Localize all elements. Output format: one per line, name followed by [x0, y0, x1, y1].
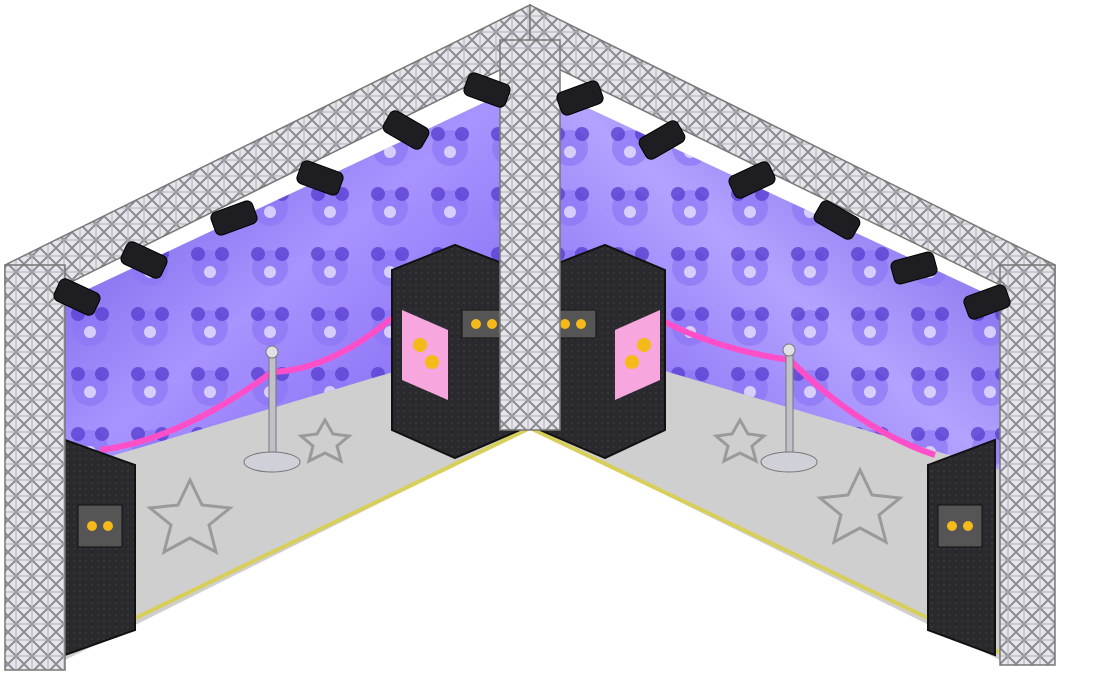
speaker-right	[927, 438, 996, 657]
room-scene	[0, 0, 1098, 698]
room-svg	[4, 3, 1056, 671]
truss-post-left	[4, 264, 66, 671]
truss-post-right	[999, 264, 1056, 666]
speaker-left	[64, 438, 136, 657]
truss-post-center	[499, 39, 561, 431]
